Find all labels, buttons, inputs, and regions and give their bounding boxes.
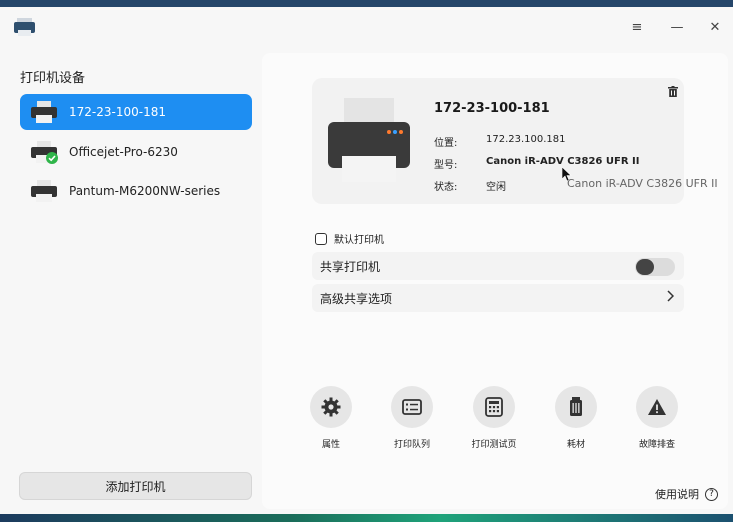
action-circle (310, 386, 352, 428)
add-printer-button[interactable]: 添加打印机 (19, 472, 252, 500)
status-row: 状态: 空闲 (434, 178, 506, 193)
printer-item-label: Pantum-M6200NW-series (69, 184, 221, 198)
printer-icon-with-default-badge (31, 141, 58, 164)
action-circle (636, 386, 678, 428)
properties-button[interactable]: 属性 (299, 386, 363, 450)
help-label: 使用说明 (655, 488, 699, 501)
printer-icon (31, 101, 57, 123)
model-value: Canon iR-ADV C3826 UFR II (486, 156, 640, 167)
location-value: 172.23.100.181 (486, 134, 566, 145)
help-link[interactable]: 使用说明 ? (655, 486, 718, 502)
status-label: 状态: (434, 182, 458, 193)
share-printer-toggle[interactable] (635, 258, 675, 276)
toggle-knob (636, 259, 654, 275)
supplies-label: 耗材 (566, 440, 585, 450)
test-page-icon (485, 397, 503, 417)
menu-button[interactable]: ≡ (625, 16, 649, 38)
action-circle (473, 386, 515, 428)
printer-list-item-pantum-m6200nw-series[interactable]: Pantum-M6200NW-series (20, 173, 252, 209)
default-check-icon (46, 152, 58, 164)
printer-name-heading: 172-23-100-181 (434, 101, 550, 116)
gear-icon (321, 397, 341, 417)
default-printer-label: 默认打印机 (334, 235, 384, 246)
printer-icon (31, 180, 57, 202)
action-circle (391, 386, 433, 428)
minimize-button[interactable]: — (665, 16, 689, 38)
advanced-share-options-row[interactable]: 高级共享选项 (312, 284, 684, 312)
chevron-right-icon (667, 290, 674, 302)
titlebar: ≡ — ✕ (0, 7, 733, 47)
printer-image-icon (328, 98, 410, 182)
action-circle (555, 386, 597, 428)
printer-manager-window: ≡ — ✕ 打印机设备 172-23-100-181 Officejet-Pro… (0, 7, 733, 514)
default-printer-option[interactable]: 默认打印机 (315, 231, 384, 246)
status-value: 空闲 (486, 182, 506, 193)
printer-app-icon (14, 18, 35, 36)
supplies-button[interactable]: 耗材 (544, 386, 608, 450)
model-tooltip: Canon iR-ADV C3826 UFR II (567, 177, 718, 190)
close-button[interactable]: ✕ (703, 16, 727, 38)
troubleshoot-button[interactable]: 故障排查 (625, 386, 689, 450)
supplies-icon (570, 397, 582, 416)
printer-item-label: Officejet-Pro-6230 (69, 145, 178, 159)
print-queue-icon (402, 399, 422, 415)
help-question-icon: ? (705, 487, 718, 501)
sidebar: 打印机设备 172-23-100-181 Officejet-Pro-6230 … (0, 47, 260, 514)
print-test-page-button[interactable]: 打印测试页 (462, 386, 526, 450)
print-test-page-label: 打印测试页 (471, 440, 517, 450)
printer-item-label: 172-23-100-181 (69, 105, 166, 119)
sidebar-title: 打印机设备 (20, 71, 86, 86)
printer-list-item-officejet-pro-6230[interactable]: Officejet-Pro-6230 (20, 134, 252, 170)
default-printer-checkbox[interactable] (315, 232, 327, 245)
model-label: 型号: (434, 160, 458, 171)
desktop-top-strip (0, 0, 733, 7)
model-row: 型号: Canon iR-ADV C3826 UFR II (434, 156, 639, 171)
advanced-share-options-label: 高级共享选项 (320, 291, 393, 306)
share-printer-label: 共享打印机 (320, 259, 381, 274)
troubleshoot-label: 故障排查 (638, 440, 675, 450)
printer-detail-panel: 172-23-100-181 位置: 172.23.100.181 型号: Ca… (262, 53, 728, 509)
properties-label: 属性 (321, 440, 340, 450)
desktop-bottom-strip (0, 514, 733, 522)
print-queue-button[interactable]: 打印队列 (380, 386, 444, 450)
warning-icon (648, 399, 666, 415)
location-label: 位置: (434, 138, 458, 149)
print-queue-label: 打印队列 (393, 440, 430, 450)
printer-list-item-172-23-100-181[interactable]: 172-23-100-181 (20, 94, 252, 130)
share-printer-row: 共享打印机 (312, 252, 684, 280)
delete-printer-icon[interactable] (668, 86, 678, 97)
location-row: 位置: 172.23.100.181 (434, 134, 566, 149)
